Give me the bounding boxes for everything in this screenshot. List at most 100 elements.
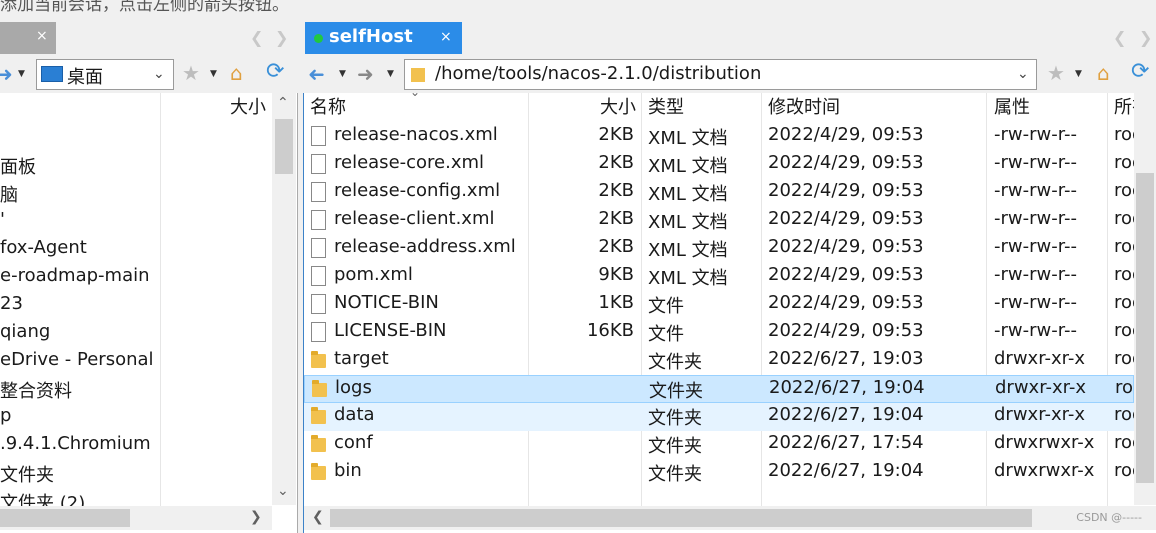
refresh-icon[interactable]: ⟳	[1131, 59, 1149, 84]
list-item[interactable]: 脑	[0, 181, 18, 209]
refresh-icon[interactable]: ⟳	[266, 59, 284, 84]
star-icon[interactable]: ★	[1047, 61, 1065, 85]
chevron-right-icon[interactable]: ❯	[1139, 28, 1152, 47]
list-item[interactable]: qiang	[0, 321, 50, 349]
cell-modified: 2022/4/29, 09:53	[768, 124, 924, 145]
chevron-left-icon[interactable]: ❮	[312, 509, 324, 525]
table-row[interactable]: LICENSE-BIN 16KB 文件 2022/4/29, 09:53 -rw-rw-…	[304, 319, 1143, 347]
cell-type: 文件夹	[649, 381, 703, 402]
table-row[interactable]: logs 文件夹 2022/6/27, 19:04 drwxr-xr-x roo	[304, 375, 1144, 403]
close-icon[interactable]: ×	[440, 29, 452, 45]
left-session-tab[interactable]: ×	[0, 22, 56, 54]
cell-type: 文件	[648, 296, 684, 317]
column-size[interactable]: 大小	[600, 93, 636, 121]
list-item[interactable]: 23	[0, 293, 23, 321]
chevron-down-icon[interactable]: ⌄	[277, 483, 289, 499]
list-item[interactable]: '	[0, 209, 5, 237]
table-row[interactable]: release-config.xml 2KB XML 文档 2022/4/29, 09…	[304, 179, 1143, 207]
column-divider[interactable]	[160, 93, 161, 513]
chevron-down-icon[interactable]: ⌄	[1017, 66, 1029, 82]
scroll-thumb[interactable]	[275, 119, 293, 174]
table-row[interactable]: release-nacos.xml 2KB XML 文档 2022/4/29, 09:…	[304, 123, 1143, 151]
scroll-thumb[interactable]	[330, 509, 1032, 527]
cell-attributes: drwxrwxr-x	[994, 460, 1095, 481]
forward-arrow-icon[interactable]: ➜	[0, 62, 13, 86]
cell-type: XML 文档	[648, 212, 728, 233]
scroll-thumb[interactable]	[1136, 173, 1154, 483]
folder-icon	[311, 435, 326, 452]
list-item[interactable]: 面板	[0, 153, 36, 181]
tab-selfhost[interactable]: selfHost ×	[305, 22, 462, 54]
right-toolbar: ➜ ▼ ➜ ▼ /home/tools/nacos-2.1.0/distribu…	[305, 56, 1156, 92]
column-size[interactable]: 大小	[230, 93, 266, 121]
left-path-combobox[interactable]: 桌面 ⌄	[36, 59, 174, 90]
dropdown-icon[interactable]: ▼	[1075, 69, 1082, 79]
chevron-right-icon[interactable]: ❯	[250, 509, 262, 525]
horizontal-scrollbar[interactable]: ❮	[304, 506, 1156, 530]
list-item[interactable]: 文件夹	[0, 461, 54, 489]
table-row[interactable]: conf 文件夹 2022/6/27, 17:54 drwxrwxr-x roo	[304, 431, 1143, 459]
file-icon	[311, 126, 326, 146]
dropdown-icon[interactable]: ▼	[339, 69, 346, 79]
cell-size: 1KB	[598, 292, 634, 313]
right-tab-strip: selfHost × ❮ ❯	[305, 22, 1156, 54]
cell-modified: 2022/6/27, 19:04	[768, 460, 924, 481]
list-item[interactable]: fox-Agent	[0, 237, 87, 265]
chevron-right-icon[interactable]: ❯	[275, 28, 288, 47]
scroll-thumb[interactable]	[0, 509, 130, 527]
cell-size: 2KB	[598, 236, 634, 257]
cell-name: release-address.xml	[334, 236, 516, 257]
star-icon[interactable]: ★	[182, 61, 200, 85]
home-icon[interactable]: ⌂	[1097, 61, 1110, 85]
home-icon[interactable]: ⌂	[230, 61, 243, 85]
close-icon[interactable]: ×	[36, 28, 50, 46]
table-row[interactable]: release-address.xml 2KB XML 文档 2022/4/29, 0…	[304, 235, 1143, 263]
list-item[interactable]: e-roadmap-main	[0, 265, 150, 293]
column-attributes[interactable]: 属性	[994, 93, 1030, 121]
cell-name: bin	[334, 460, 362, 481]
vertical-scrollbar[interactable]	[1134, 93, 1156, 505]
list-item[interactable]: .9.4.1.Chromium	[0, 433, 151, 461]
tab-label: selfHost	[329, 26, 413, 47]
dropdown-icon[interactable]: ▼	[387, 69, 394, 79]
forward-arrow-icon[interactable]: ➜	[357, 62, 374, 86]
cell-type: 文件夹	[648, 408, 702, 429]
cell-type: XML 文档	[648, 268, 728, 289]
column-type[interactable]: 类型	[648, 93, 684, 121]
cell-modified: 2022/4/29, 09:53	[768, 152, 924, 173]
cell-name: release-core.xml	[334, 152, 485, 173]
table-row[interactable]: data 文件夹 2022/6/27, 19:04 drwxr-xr-x roo	[304, 403, 1143, 431]
cell-attributes: -rw-rw-r--	[994, 320, 1077, 341]
cell-attributes: drwxr-xr-x	[994, 404, 1085, 425]
cell-attributes: drwxr-xr-x	[994, 348, 1085, 369]
chevron-left-icon[interactable]: ❮	[1113, 28, 1126, 47]
chevron-up-icon[interactable]: ⌃	[277, 95, 289, 111]
table-row[interactable]: NOTICE-BIN 1KB 文件 2022/4/29, 09:53 -rw-rw-r-…	[304, 291, 1143, 319]
column-name[interactable]: 名称	[310, 93, 346, 121]
remote-path-combobox[interactable]: /home/tools/nacos-2.1.0/distribution ⌄	[404, 59, 1037, 90]
left-tab-strip: × ❮ ❯	[0, 22, 298, 54]
cell-type: 文件	[648, 324, 684, 345]
horizontal-scrollbar[interactable]: ❯	[0, 506, 272, 530]
cell-modified: 2022/4/29, 09:53	[768, 208, 924, 229]
vertical-scrollbar[interactable]: ⌃ ⌄	[272, 93, 296, 505]
table-row[interactable]: release-core.xml 2KB XML 文档 2022/4/29, 09:5…	[304, 151, 1143, 179]
cell-type: 文件夹	[648, 436, 702, 457]
list-item[interactable]: eDrive - Personal	[0, 349, 154, 377]
chevron-down-icon[interactable]: ⌄	[153, 66, 165, 82]
table-row[interactable]: pom.xml 9KB XML 文档 2022/4/29, 09:53 -rw-rw-r…	[304, 263, 1143, 291]
back-arrow-icon[interactable]: ➜	[308, 62, 325, 86]
left-path-text: 桌面	[67, 67, 103, 88]
column-modified[interactable]: 修改时间	[768, 93, 840, 121]
table-row[interactable]: bin 文件夹 2022/6/27, 19:04 drwxrwxr-x roo	[304, 459, 1143, 487]
table-row[interactable]: target 文件夹 2022/6/27, 19:03 drwxr-xr-x roo	[304, 347, 1143, 375]
dropdown-icon[interactable]: ▼	[18, 69, 25, 79]
dropdown-icon[interactable]: ▼	[210, 69, 217, 79]
cell-modified: 2022/4/29, 09:53	[768, 264, 924, 285]
list-item[interactable]: 整合资料	[0, 377, 72, 405]
chevron-left-icon[interactable]: ❮	[250, 28, 263, 47]
table-row[interactable]: release-client.xml 2KB XML 文档 2022/4/29, 09…	[304, 207, 1143, 235]
list-item[interactable]: p	[0, 405, 11, 433]
file-icon	[311, 266, 326, 286]
file-icon	[311, 182, 326, 202]
